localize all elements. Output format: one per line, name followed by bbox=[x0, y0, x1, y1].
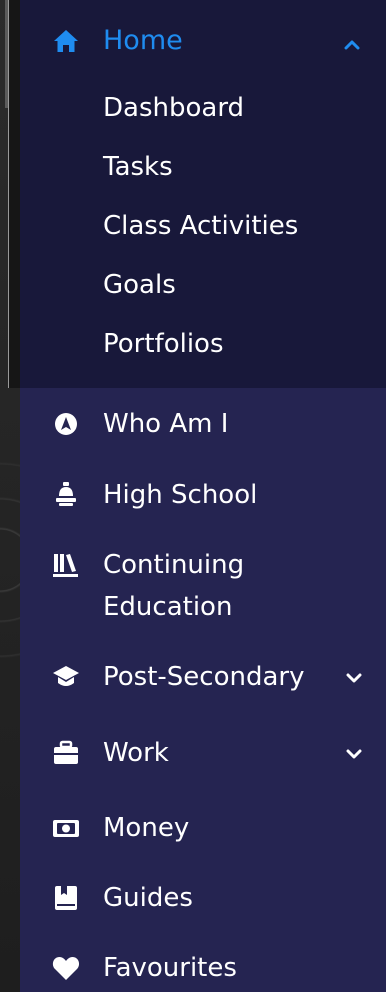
sidebar-item-label: Money bbox=[103, 813, 190, 843]
chevron-down-icon[interactable] bbox=[346, 673, 362, 683]
submenu-item-class-activities[interactable]: Class Activities bbox=[103, 211, 298, 241]
submenu-item-goals[interactable]: Goals bbox=[103, 270, 176, 300]
chevron-down-icon[interactable] bbox=[346, 749, 362, 759]
submenu-item-portfolios[interactable]: Portfolios bbox=[103, 329, 224, 359]
home-icon bbox=[53, 29, 79, 53]
briefcase-icon bbox=[51, 738, 81, 768]
heart-icon bbox=[51, 953, 81, 983]
sidebar-item-label: High School bbox=[103, 480, 258, 510]
sidebar-item-label-line-1: Continuing bbox=[103, 550, 245, 580]
sidebar-item-label: Favourites bbox=[103, 953, 237, 983]
sidebar-item-home[interactable]: Home bbox=[20, 18, 386, 62]
library-icon bbox=[51, 550, 81, 580]
chevron-up-icon[interactable] bbox=[344, 40, 360, 50]
sidebar-item-label: Guides bbox=[103, 883, 193, 913]
guide-book-icon bbox=[51, 883, 81, 913]
sidebar-item-label: Post-Secondary bbox=[103, 662, 305, 692]
sidebar-nav: Home Dashboard Tasks Class Activities Go… bbox=[20, 0, 386, 992]
background-window-edge bbox=[8, 0, 20, 388]
sidebar-item-label-line-2: Education bbox=[103, 592, 233, 622]
background-panel bbox=[0, 0, 20, 992]
submenu-item-dashboard[interactable]: Dashboard bbox=[103, 93, 244, 123]
graduation-cap-icon bbox=[51, 662, 81, 692]
home-group: Home Dashboard Tasks Class Activities Go… bbox=[20, 0, 386, 388]
compass-icon bbox=[51, 409, 81, 439]
sidebar-item-label: Home bbox=[103, 25, 183, 56]
sidebar-item-label: Work bbox=[103, 738, 169, 768]
money-icon bbox=[51, 813, 81, 843]
submenu-item-tasks[interactable]: Tasks bbox=[103, 152, 173, 182]
school-bell-icon bbox=[51, 479, 81, 509]
sidebar-item-label: Who Am I bbox=[103, 409, 229, 439]
